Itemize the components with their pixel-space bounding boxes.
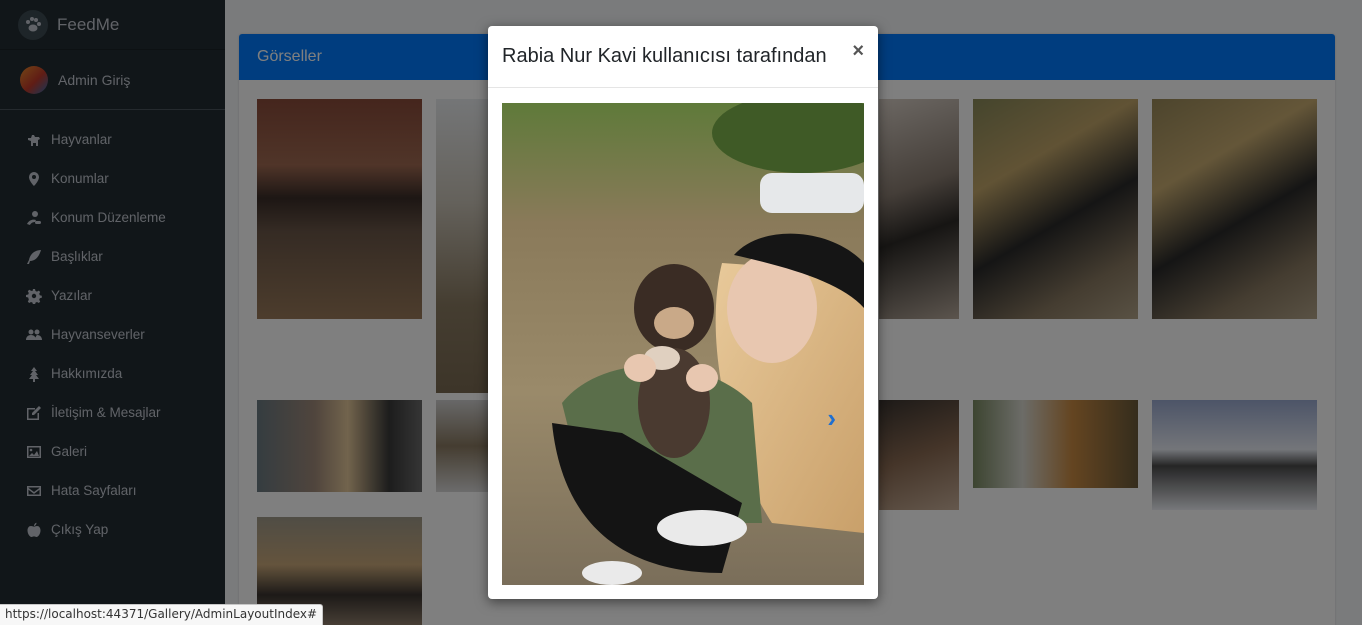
close-button[interactable]: ×	[852, 41, 864, 61]
photo-woman-with-puppy	[502, 103, 864, 585]
next-image-button[interactable]: ›	[827, 403, 836, 434]
modal-title: Rabia Nur Kavi kullanıcısı tarafından	[502, 45, 827, 67]
modal-header: Rabia Nur Kavi kullanıcısı tarafından ×	[488, 26, 878, 88]
image-modal: Rabia Nur Kavi kullanıcısı tarafından ×	[488, 26, 878, 599]
status-url: https://localhost:44371/Gallery/AdminLay…	[0, 604, 324, 625]
modal-photo: ›	[502, 103, 864, 585]
